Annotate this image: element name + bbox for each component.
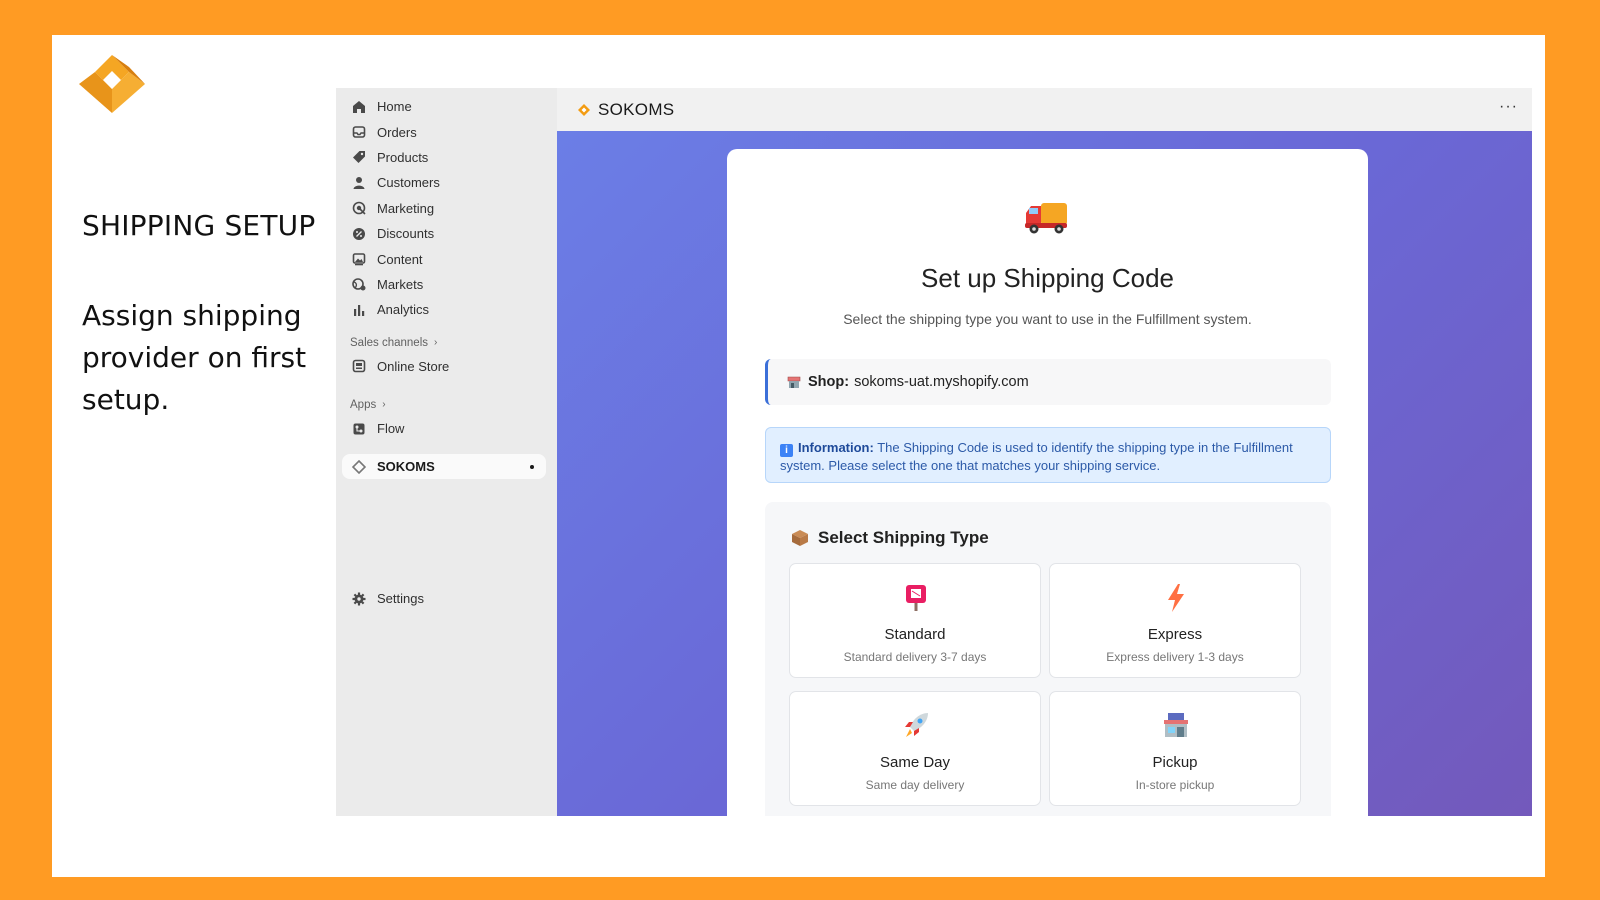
slide-description: Assign shipping provider on first setup. bbox=[82, 299, 307, 416]
sidebar-item-flow[interactable]: Flow bbox=[336, 416, 557, 441]
mailbox-icon bbox=[906, 585, 926, 611]
shipping-option-express[interactable]: Express Express delivery 1-3 days bbox=[1049, 563, 1301, 678]
apps-label: Apps bbox=[350, 398, 377, 411]
chevron-right-icon: › bbox=[434, 337, 438, 349]
sidebar-item-settings[interactable]: Settings bbox=[336, 586, 557, 611]
sidebar-item-markets[interactable]: Markets bbox=[336, 272, 557, 297]
sidebar-item-label: Customers bbox=[377, 175, 440, 191]
option-description: In-store pickup bbox=[1135, 778, 1215, 792]
tag-icon bbox=[352, 150, 366, 164]
discount-icon bbox=[352, 227, 366, 241]
sidebar-item-label: Products bbox=[377, 149, 429, 165]
shipping-option-pickup[interactable]: Pickup In-store pickup bbox=[1049, 691, 1301, 806]
rocket-icon bbox=[905, 713, 928, 737]
brand-logo bbox=[79, 55, 145, 113]
sidebar-item-label: Settings bbox=[377, 591, 424, 607]
option-name: Express bbox=[1147, 626, 1203, 643]
sidebar-item-marketing[interactable]: Marketing bbox=[336, 196, 557, 221]
option-description: Same day delivery bbox=[865, 778, 965, 792]
app-window: Home Orders Products Customers Marketing… bbox=[336, 88, 1532, 816]
information-banner: i Information: The Shipping Code is used … bbox=[765, 427, 1331, 483]
select-shipping-label: Select Shipping Type bbox=[818, 528, 989, 547]
info-label: Information: bbox=[798, 440, 874, 455]
sidebar-item-label: Marketing bbox=[377, 200, 435, 216]
sales-channels-label: Sales channels bbox=[350, 336, 428, 349]
slide-title: SHIPPING SETUP bbox=[82, 209, 316, 242]
sidebar-item-label: Markets bbox=[377, 276, 424, 292]
package-icon bbox=[792, 530, 808, 546]
page-subtitle: Select the shipping type you want to use… bbox=[843, 311, 1252, 327]
image-icon bbox=[352, 252, 366, 266]
sidebar-item-orders[interactable]: Orders bbox=[336, 119, 557, 144]
active-indicator-dot bbox=[530, 465, 534, 470]
storefront-icon bbox=[352, 359, 366, 373]
shop-value: sokoms-uat.myshopify.com bbox=[854, 374, 1029, 390]
more-options-button[interactable]: ··· bbox=[1499, 98, 1518, 116]
sidebar-item-label: Flow bbox=[377, 421, 405, 437]
sidebar-item-products[interactable]: Products bbox=[336, 145, 557, 170]
sidebar-item-label: Home bbox=[377, 99, 412, 115]
inbox-icon bbox=[352, 125, 366, 139]
lightning-icon bbox=[1168, 584, 1184, 612]
sidebar-item-label: Analytics bbox=[377, 302, 430, 318]
page-title: Set up Shipping Code bbox=[921, 263, 1174, 293]
flow-icon bbox=[352, 422, 366, 436]
delivery-truck-icon bbox=[1025, 203, 1067, 234]
option-description: Standard delivery 3-7 days bbox=[843, 650, 987, 664]
target-icon bbox=[352, 201, 366, 215]
shipping-option-standard[interactable]: Standard Standard delivery 3-7 days bbox=[789, 563, 1041, 678]
sidebar-item-label: SOKOMS bbox=[377, 459, 435, 475]
shop-label: Shop: bbox=[808, 374, 850, 390]
info-icon: i bbox=[780, 444, 793, 457]
sidebar-item-customers[interactable]: Customers bbox=[336, 170, 557, 195]
sidebar-item-online-store[interactable]: Online Store bbox=[336, 354, 557, 379]
option-name: Same Day bbox=[879, 754, 951, 771]
shipping-type-panel: Select Shipping Type Standard Standard d… bbox=[765, 502, 1331, 816]
bar-chart-icon bbox=[352, 303, 366, 317]
home-icon bbox=[352, 100, 366, 114]
sidebar-item-content[interactable]: Content bbox=[336, 246, 557, 271]
chevron-right-icon: › bbox=[382, 399, 386, 411]
slide: SHIPPING SETUP Assign shipping provider … bbox=[52, 35, 1545, 877]
app-topbar: SOKOMS ··· bbox=[557, 88, 1532, 131]
globe-icon bbox=[352, 277, 366, 291]
sokoms-app-icon bbox=[352, 459, 366, 474]
settings-section: Settings bbox=[336, 586, 557, 611]
option-name: Pickup bbox=[1152, 754, 1198, 771]
sidebar-item-label: Discounts bbox=[377, 226, 435, 242]
option-description: Express delivery 1-3 days bbox=[1106, 650, 1244, 664]
setup-card: Set up Shipping Code Select the shipping… bbox=[727, 149, 1368, 816]
sidebar: Home Orders Products Customers Marketing… bbox=[336, 88, 557, 816]
sokoms-logo-icon bbox=[578, 103, 590, 116]
sidebar-item-sokoms[interactable]: SOKOMS bbox=[342, 454, 546, 480]
sidebar-item-discounts[interactable]: Discounts bbox=[336, 221, 557, 246]
person-icon bbox=[352, 176, 366, 190]
sales-channels-header[interactable]: Sales channels › bbox=[336, 332, 557, 354]
sidebar-item-label: Content bbox=[377, 251, 423, 267]
select-shipping-title: Select Shipping Type bbox=[791, 528, 989, 548]
apps-header[interactable]: Apps › bbox=[336, 394, 557, 416]
shipping-option-same-day[interactable]: Same Day Same day delivery bbox=[789, 691, 1041, 806]
sidebar-item-label: Orders bbox=[377, 124, 417, 140]
sidebar-item-label: Online Store bbox=[377, 358, 450, 374]
store-icon bbox=[787, 376, 801, 388]
shop-info-box: Shop: sokoms-uat.myshopify.com bbox=[765, 359, 1331, 405]
app-name: SOKOMS bbox=[598, 99, 675, 119]
sidebar-item-analytics[interactable]: Analytics bbox=[336, 297, 557, 322]
app-content: Set up Shipping Code Select the shipping… bbox=[557, 131, 1532, 816]
convenience-store-icon bbox=[1164, 713, 1188, 737]
option-name: Standard bbox=[884, 626, 946, 643]
sidebar-item-home[interactable]: Home bbox=[336, 94, 557, 119]
gear-icon bbox=[352, 592, 366, 606]
